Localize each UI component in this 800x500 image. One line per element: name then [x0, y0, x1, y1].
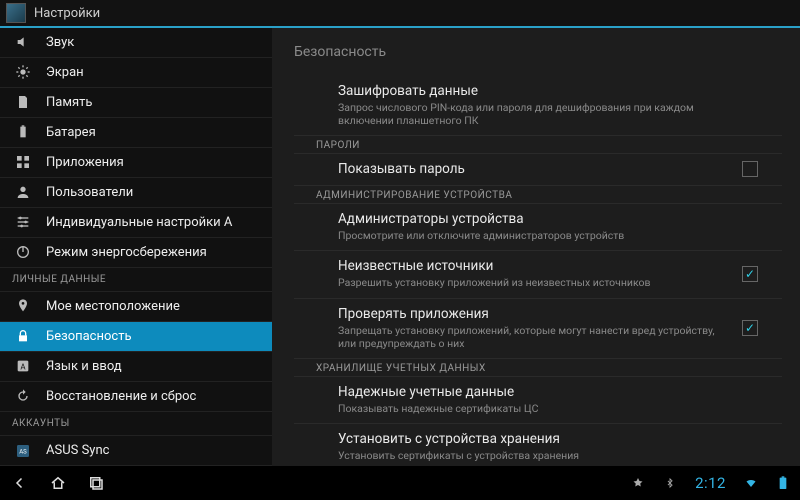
settings-app-icon [6, 3, 26, 23]
sidebar-item-label: Батарея [46, 125, 96, 140]
sidebar-item-label: Восстановление и сброс [46, 389, 196, 404]
sidebar-item-volume[interactable]: Звук [0, 28, 272, 58]
settings-row-subtitle: Разрешить установку приложений из неизве… [338, 276, 732, 289]
settings-row-title: Проверять приложения [338, 306, 732, 322]
location-icon [14, 297, 32, 315]
sidebar-section-accounts: АККАУНТЫ [0, 412, 272, 436]
sidebar-item-label: ASUS Sync [46, 443, 109, 458]
settings-row-title: Показывать пароль [338, 161, 732, 177]
power-icon [14, 243, 32, 261]
volume-icon [14, 33, 32, 51]
battery-icon [776, 476, 790, 490]
sidebar-item-tune[interactable]: Индивидуальные настройки A [0, 208, 272, 238]
notification-icon[interactable] [631, 476, 645, 490]
back-button[interactable] [10, 473, 30, 493]
action-bar: Настройки [0, 0, 800, 28]
sidebar-item-label: Экран [46, 65, 84, 80]
settings-row-title: Администраторы устройства [338, 211, 748, 227]
detail-pane: Безопасность Зашифровать данные Запрос чи… [272, 28, 800, 466]
brightness-icon [14, 63, 32, 81]
sd-icon [14, 93, 32, 111]
sidebar-item-label: Индивидуальные настройки A [46, 215, 232, 230]
checkbox[interactable]: ✓ [742, 266, 758, 282]
sidebar-item-sd[interactable]: Память [0, 88, 272, 118]
apps-icon [14, 153, 32, 171]
settings-sidebar: Звук Экран Память Батарея Приложения Пользова… [0, 28, 272, 466]
sidebar-item-power[interactable]: Режим энергосбережения [0, 238, 272, 268]
sidebar-item-lang[interactable]: A Язык и ввод [0, 352, 272, 382]
settings-row-subtitle: Просмотрите или отключите администраторо… [338, 229, 748, 242]
sidebar-item-label: Мое местоположение [46, 299, 180, 314]
settings-row-title: Установить с устройства хранения [338, 431, 748, 447]
system-navbar: 2:12 [0, 466, 800, 500]
settings-row[interactable]: Администраторы устройства Просмотрите или… [294, 204, 782, 251]
sidebar-item-label: Звук [46, 35, 74, 50]
detail-title: Безопасность [272, 34, 800, 76]
sidebar-item-label: Пользователи [46, 185, 133, 200]
settings-row-title: Зашифровать данные [338, 83, 748, 99]
sidebar-item-lock[interactable]: Безопасность [0, 322, 272, 352]
sidebar-item-brightness[interactable]: Экран [0, 58, 272, 88]
svg-text:AS: AS [19, 448, 27, 455]
user-icon [14, 183, 32, 201]
settings-row-subtitle: Установить сертификаты с устройства хран… [338, 449, 748, 462]
sidebar-item-label: Безопасность [46, 329, 132, 344]
detail-section-header: ХРАНИЛИЩЕ УЧЕТНЫХ ДАННЫХ [294, 359, 782, 377]
tune-icon [14, 213, 32, 231]
svg-text:A: A [20, 363, 26, 372]
lang-icon: A [14, 357, 32, 375]
app-title: Настройки [34, 6, 100, 21]
settings-row[interactable]: Неизвестные источники Разрешить установку… [294, 251, 782, 298]
status-clock[interactable]: 2:12 [695, 474, 726, 492]
home-button[interactable] [48, 473, 68, 493]
settings-row[interactable]: Зашифровать данные Запрос числового PIN-к… [294, 76, 782, 136]
settings-row[interactable]: Показывать пароль ✓ [294, 154, 782, 186]
sidebar-item-user[interactable]: Пользователи [0, 178, 272, 208]
sidebar-item-reset[interactable]: Восстановление и сброс [0, 382, 272, 412]
settings-row-subtitle: Показывать надежные сертификаты ЦС [338, 402, 748, 415]
settings-row[interactable]: Проверять приложения Запрещать установку … [294, 299, 782, 359]
wifi-icon [744, 476, 758, 490]
lock-icon [14, 327, 32, 345]
reset-icon [14, 387, 32, 405]
settings-row[interactable]: Установить с устройства хранения Установи… [294, 424, 782, 471]
detail-section-header: ПАРОЛИ [294, 136, 782, 154]
sidebar-item-battery[interactable]: Батарея [0, 118, 272, 148]
checkbox[interactable]: ✓ [742, 161, 758, 177]
sidebar-item-label: Приложения [46, 155, 124, 170]
settings-row[interactable]: Надежные учетные данные Показывать надежн… [294, 377, 782, 424]
asus-icon: AS [14, 442, 32, 460]
sidebar-item-location[interactable]: Мое местоположение [0, 292, 272, 322]
sidebar-item-label: Язык и ввод [46, 359, 122, 374]
sidebar-item-label: Режим энергосбережения [46, 245, 207, 260]
checkbox[interactable]: ✓ [742, 320, 758, 336]
settings-row-subtitle: Запрещать установку приложений, которые … [338, 324, 732, 350]
settings-row-title: Неизвестные источники [338, 258, 732, 274]
sidebar-section-personal: ЛИЧНЫЕ ДАННЫЕ [0, 268, 272, 292]
detail-section-header: АДМИНИСТРИРОВАНИЕ УСТРОЙСТВА [294, 186, 782, 204]
battery-icon [14, 123, 32, 141]
bluetooth-icon [663, 476, 677, 490]
sidebar-item-label: Память [46, 95, 92, 110]
recent-apps-button[interactable] [86, 473, 106, 493]
sidebar-item-asus[interactable]: AS ASUS Sync [0, 436, 272, 466]
settings-row-subtitle: Запрос числового PIN-кода или пароля для… [338, 101, 748, 127]
settings-row-title: Надежные учетные данные [338, 384, 748, 400]
sidebar-item-apps[interactable]: Приложения [0, 148, 272, 178]
